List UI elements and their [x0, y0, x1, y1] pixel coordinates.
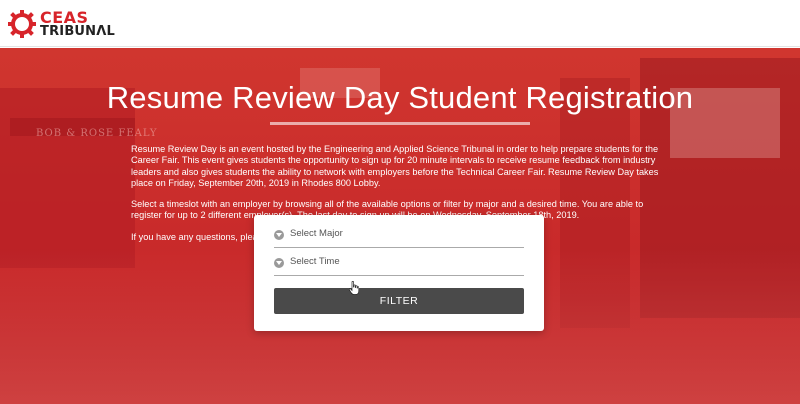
logo-text-tribunal: TRIBUNΛL [40, 24, 116, 39]
filter-button[interactable]: FILTER [274, 288, 524, 314]
filter-card: Select Major Select Time FILTER [254, 215, 544, 331]
page-title: Resume Review Day Student Registration [106, 80, 694, 115]
chevron-down-icon [274, 258, 284, 268]
chevron-down-icon [274, 230, 284, 240]
title-divider [270, 122, 530, 125]
time-select-placeholder: Select Time [290, 256, 340, 267]
major-select[interactable]: Select Major [274, 226, 524, 248]
gear-logo-icon [8, 10, 36, 38]
ceas-tribunal-logo[interactable]: CEAS TRIBUNΛL [8, 7, 118, 41]
intro-paragraph: Resume Review Day is an event hosted by … [131, 144, 659, 188]
top-navbar: CEAS TRIBUNΛL [0, 0, 800, 47]
background-sign-text: BOB & ROSE FEALY [36, 128, 158, 139]
major-select-placeholder: Select Major [290, 228, 343, 239]
time-select[interactable]: Select Time [274, 254, 524, 276]
hand-cursor-icon [349, 281, 359, 295]
